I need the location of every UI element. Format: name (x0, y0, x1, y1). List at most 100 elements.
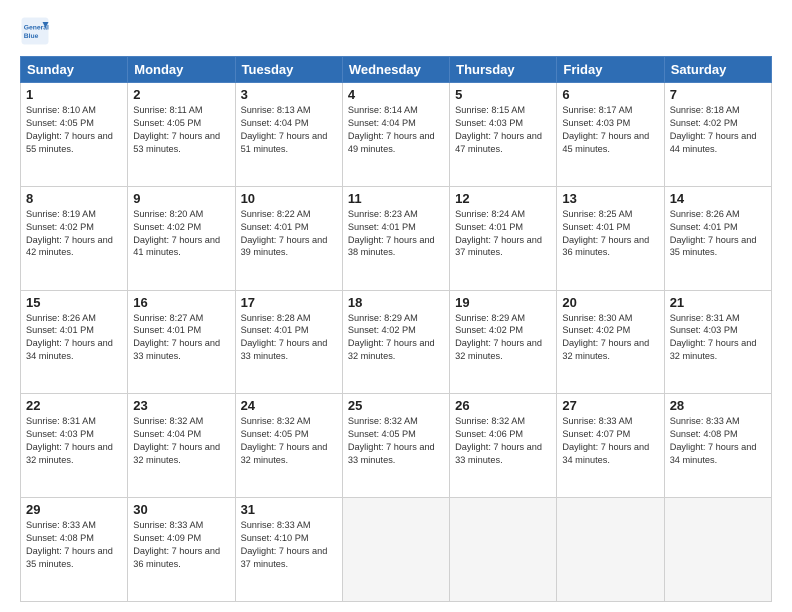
day-info: Sunrise: 8:33 AM Sunset: 4:08 PM Dayligh… (670, 415, 766, 467)
calendar-cell: 20 Sunrise: 8:30 AM Sunset: 4:02 PM Dayl… (557, 290, 664, 394)
calendar-cell (557, 498, 664, 602)
weekday-header-row: SundayMondayTuesdayWednesdayThursdayFrid… (21, 57, 772, 83)
day-info: Sunrise: 8:18 AM Sunset: 4:02 PM Dayligh… (670, 104, 766, 156)
weekday-header-tuesday: Tuesday (235, 57, 342, 83)
day-number: 13 (562, 191, 658, 206)
week-row-3: 15 Sunrise: 8:26 AM Sunset: 4:01 PM Dayl… (21, 290, 772, 394)
day-info: Sunrise: 8:29 AM Sunset: 4:02 PM Dayligh… (455, 312, 551, 364)
calendar-cell: 2 Sunrise: 8:11 AM Sunset: 4:05 PM Dayli… (128, 83, 235, 187)
calendar-table: SundayMondayTuesdayWednesdayThursdayFrid… (20, 56, 772, 602)
calendar-cell: 10 Sunrise: 8:22 AM Sunset: 4:01 PM Dayl… (235, 186, 342, 290)
calendar-cell: 7 Sunrise: 8:18 AM Sunset: 4:02 PM Dayli… (664, 83, 771, 187)
calendar-cell: 16 Sunrise: 8:27 AM Sunset: 4:01 PM Dayl… (128, 290, 235, 394)
weekday-header-friday: Friday (557, 57, 664, 83)
day-info: Sunrise: 8:22 AM Sunset: 4:01 PM Dayligh… (241, 208, 337, 260)
calendar-cell (342, 498, 449, 602)
day-number: 8 (26, 191, 122, 206)
calendar-cell: 30 Sunrise: 8:33 AM Sunset: 4:09 PM Dayl… (128, 498, 235, 602)
calendar-cell: 9 Sunrise: 8:20 AM Sunset: 4:02 PM Dayli… (128, 186, 235, 290)
day-info: Sunrise: 8:25 AM Sunset: 4:01 PM Dayligh… (562, 208, 658, 260)
day-number: 5 (455, 87, 551, 102)
calendar-cell: 15 Sunrise: 8:26 AM Sunset: 4:01 PM Dayl… (21, 290, 128, 394)
day-number: 21 (670, 295, 766, 310)
day-number: 27 (562, 398, 658, 413)
day-info: Sunrise: 8:33 AM Sunset: 4:08 PM Dayligh… (26, 519, 122, 571)
day-info: Sunrise: 8:32 AM Sunset: 4:06 PM Dayligh… (455, 415, 551, 467)
weekday-header-sunday: Sunday (21, 57, 128, 83)
weekday-header-thursday: Thursday (450, 57, 557, 83)
calendar-cell: 12 Sunrise: 8:24 AM Sunset: 4:01 PM Dayl… (450, 186, 557, 290)
week-row-5: 29 Sunrise: 8:33 AM Sunset: 4:08 PM Dayl… (21, 498, 772, 602)
day-number: 15 (26, 295, 122, 310)
calendar-cell: 27 Sunrise: 8:33 AM Sunset: 4:07 PM Dayl… (557, 394, 664, 498)
day-number: 1 (26, 87, 122, 102)
day-info: Sunrise: 8:33 AM Sunset: 4:10 PM Dayligh… (241, 519, 337, 571)
day-info: Sunrise: 8:14 AM Sunset: 4:04 PM Dayligh… (348, 104, 444, 156)
day-number: 14 (670, 191, 766, 206)
calendar-cell: 13 Sunrise: 8:25 AM Sunset: 4:01 PM Dayl… (557, 186, 664, 290)
day-info: Sunrise: 8:20 AM Sunset: 4:02 PM Dayligh… (133, 208, 229, 260)
day-info: Sunrise: 8:28 AM Sunset: 4:01 PM Dayligh… (241, 312, 337, 364)
day-info: Sunrise: 8:31 AM Sunset: 4:03 PM Dayligh… (26, 415, 122, 467)
calendar-cell: 3 Sunrise: 8:13 AM Sunset: 4:04 PM Dayli… (235, 83, 342, 187)
day-info: Sunrise: 8:31 AM Sunset: 4:03 PM Dayligh… (670, 312, 766, 364)
logo: General Blue (20, 16, 54, 46)
calendar-cell: 11 Sunrise: 8:23 AM Sunset: 4:01 PM Dayl… (342, 186, 449, 290)
day-info: Sunrise: 8:13 AM Sunset: 4:04 PM Dayligh… (241, 104, 337, 156)
day-number: 28 (670, 398, 766, 413)
day-number: 3 (241, 87, 337, 102)
day-info: Sunrise: 8:32 AM Sunset: 4:04 PM Dayligh… (133, 415, 229, 467)
day-number: 7 (670, 87, 766, 102)
day-number: 25 (348, 398, 444, 413)
day-number: 23 (133, 398, 229, 413)
day-number: 4 (348, 87, 444, 102)
day-info: Sunrise: 8:33 AM Sunset: 4:07 PM Dayligh… (562, 415, 658, 467)
calendar-cell (450, 498, 557, 602)
week-row-4: 22 Sunrise: 8:31 AM Sunset: 4:03 PM Dayl… (21, 394, 772, 498)
calendar-cell: 22 Sunrise: 8:31 AM Sunset: 4:03 PM Dayl… (21, 394, 128, 498)
day-info: Sunrise: 8:17 AM Sunset: 4:03 PM Dayligh… (562, 104, 658, 156)
logo-icon: General Blue (20, 16, 50, 46)
calendar-cell (664, 498, 771, 602)
day-info: Sunrise: 8:23 AM Sunset: 4:01 PM Dayligh… (348, 208, 444, 260)
day-info: Sunrise: 8:32 AM Sunset: 4:05 PM Dayligh… (241, 415, 337, 467)
calendar-cell: 18 Sunrise: 8:29 AM Sunset: 4:02 PM Dayl… (342, 290, 449, 394)
calendar-cell: 28 Sunrise: 8:33 AM Sunset: 4:08 PM Dayl… (664, 394, 771, 498)
weekday-header-saturday: Saturday (664, 57, 771, 83)
day-number: 17 (241, 295, 337, 310)
day-info: Sunrise: 8:10 AM Sunset: 4:05 PM Dayligh… (26, 104, 122, 156)
day-number: 10 (241, 191, 337, 206)
calendar-cell: 26 Sunrise: 8:32 AM Sunset: 4:06 PM Dayl… (450, 394, 557, 498)
calendar-cell: 19 Sunrise: 8:29 AM Sunset: 4:02 PM Dayl… (450, 290, 557, 394)
day-info: Sunrise: 8:26 AM Sunset: 4:01 PM Dayligh… (26, 312, 122, 364)
svg-text:Blue: Blue (24, 33, 39, 40)
calendar-cell: 24 Sunrise: 8:32 AM Sunset: 4:05 PM Dayl… (235, 394, 342, 498)
day-number: 16 (133, 295, 229, 310)
day-number: 6 (562, 87, 658, 102)
calendar-cell: 8 Sunrise: 8:19 AM Sunset: 4:02 PM Dayli… (21, 186, 128, 290)
day-number: 19 (455, 295, 551, 310)
calendar-cell: 17 Sunrise: 8:28 AM Sunset: 4:01 PM Dayl… (235, 290, 342, 394)
day-number: 29 (26, 502, 122, 517)
calendar-cell: 4 Sunrise: 8:14 AM Sunset: 4:04 PM Dayli… (342, 83, 449, 187)
calendar-cell: 5 Sunrise: 8:15 AM Sunset: 4:03 PM Dayli… (450, 83, 557, 187)
calendar-cell: 25 Sunrise: 8:32 AM Sunset: 4:05 PM Dayl… (342, 394, 449, 498)
weekday-header-monday: Monday (128, 57, 235, 83)
day-number: 20 (562, 295, 658, 310)
day-number: 11 (348, 191, 444, 206)
day-number: 31 (241, 502, 337, 517)
day-info: Sunrise: 8:32 AM Sunset: 4:05 PM Dayligh… (348, 415, 444, 467)
day-number: 24 (241, 398, 337, 413)
day-number: 12 (455, 191, 551, 206)
day-info: Sunrise: 8:24 AM Sunset: 4:01 PM Dayligh… (455, 208, 551, 260)
day-info: Sunrise: 8:27 AM Sunset: 4:01 PM Dayligh… (133, 312, 229, 364)
calendar-cell: 21 Sunrise: 8:31 AM Sunset: 4:03 PM Dayl… (664, 290, 771, 394)
day-info: Sunrise: 8:29 AM Sunset: 4:02 PM Dayligh… (348, 312, 444, 364)
day-number: 22 (26, 398, 122, 413)
calendar-cell: 1 Sunrise: 8:10 AM Sunset: 4:05 PM Dayli… (21, 83, 128, 187)
day-info: Sunrise: 8:33 AM Sunset: 4:09 PM Dayligh… (133, 519, 229, 571)
day-info: Sunrise: 8:26 AM Sunset: 4:01 PM Dayligh… (670, 208, 766, 260)
week-row-2: 8 Sunrise: 8:19 AM Sunset: 4:02 PM Dayli… (21, 186, 772, 290)
calendar-cell: 14 Sunrise: 8:26 AM Sunset: 4:01 PM Dayl… (664, 186, 771, 290)
day-number: 9 (133, 191, 229, 206)
